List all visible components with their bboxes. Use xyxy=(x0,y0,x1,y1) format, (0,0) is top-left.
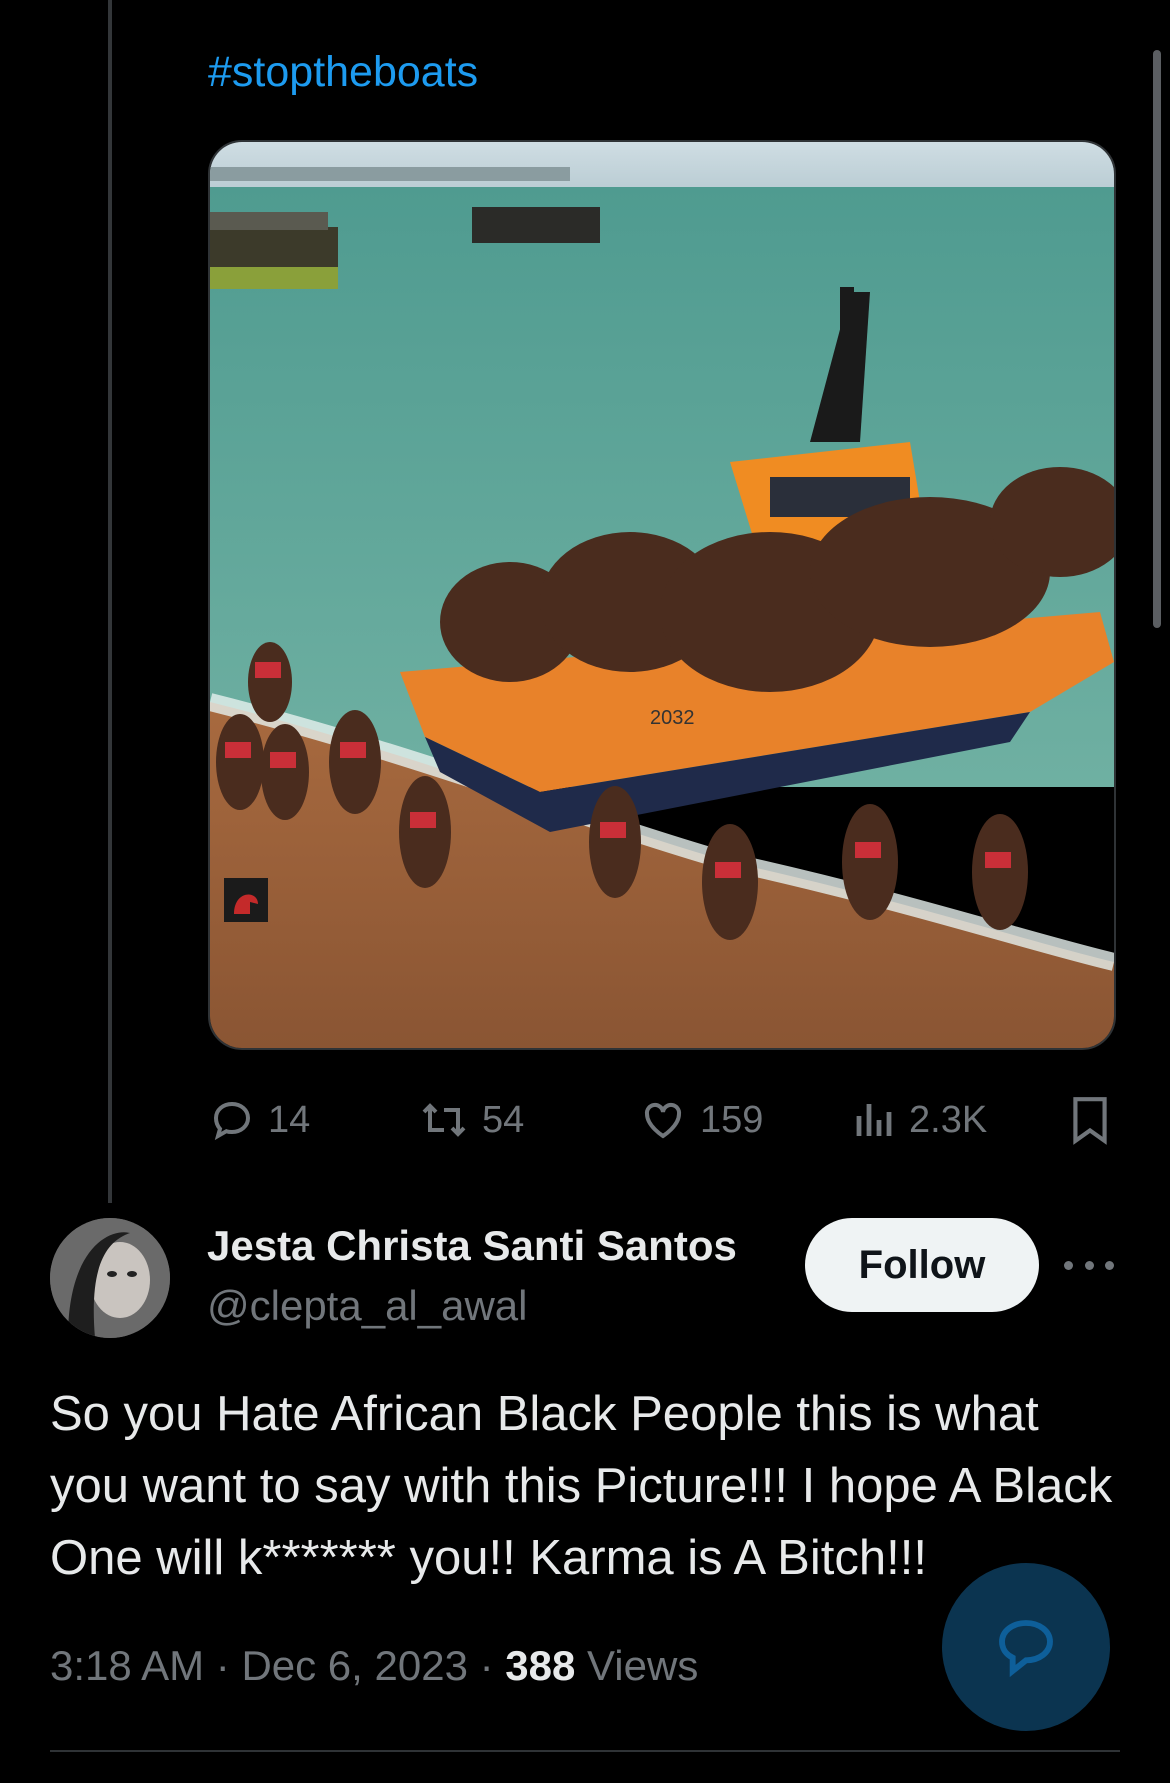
post-action-bar: 14 54 159 2.3K xyxy=(208,1090,1120,1150)
repost-icon xyxy=(422,1103,466,1137)
reply-text: So you Hate African Black People this is… xyxy=(50,1387,1113,1585)
like-button[interactable]: 159 xyxy=(638,1090,763,1150)
reply-views-label: Views xyxy=(587,1642,699,1689)
avatar[interactable] xyxy=(50,1218,170,1338)
reply-time[interactable]: 3:18 AM xyxy=(50,1642,204,1689)
repost-count: 54 xyxy=(482,1098,525,1141)
like-count: 159 xyxy=(700,1098,764,1141)
reply-button[interactable]: 14 xyxy=(208,1090,310,1150)
more-icon xyxy=(1064,1260,1073,1270)
more-icon-dot xyxy=(1084,1260,1094,1270)
divider xyxy=(50,1750,1120,1752)
user-photo xyxy=(50,1218,170,1338)
boat-hull-number: 2032 xyxy=(650,707,695,729)
more-options-button[interactable] xyxy=(1064,1248,1114,1282)
views-count: 2.3K xyxy=(909,1098,988,1141)
hashtag-link[interactable]: #stoptheboats xyxy=(208,48,478,97)
more-icon-dot xyxy=(1105,1260,1114,1270)
reply-icon xyxy=(213,1101,251,1141)
thread-connector-line xyxy=(108,0,112,1203)
meta-separator: · xyxy=(215,1642,230,1689)
post-media-image[interactable]: 2032 xyxy=(208,140,1116,1050)
like-icon xyxy=(644,1102,682,1139)
compose-reply-icon xyxy=(999,1620,1053,1678)
reply-author-name[interactable]: Jesta Christa Santi Santos xyxy=(207,1222,737,1270)
reply-meta: 3:18 AM · Dec 6, 2023 · 388 Views xyxy=(50,1642,698,1690)
bookmark-icon xyxy=(1073,1097,1107,1145)
reply-views-count: 388 xyxy=(505,1642,576,1689)
views-button[interactable]: 2.3K xyxy=(853,1090,987,1150)
reply-date[interactable]: Dec 6, 2023 xyxy=(241,1642,468,1689)
reply-author-handle[interactable]: @clepta_al_awal xyxy=(207,1282,528,1330)
follow-button[interactable]: Follow xyxy=(805,1218,1039,1312)
scrollbar[interactable] xyxy=(1153,50,1161,628)
compose-reply-button[interactable] xyxy=(942,1563,1110,1731)
meta-separator: · xyxy=(479,1642,494,1689)
views-icon xyxy=(856,1104,892,1136)
bookmark-button[interactable] xyxy=(1068,1090,1124,1150)
reply-count: 14 xyxy=(268,1098,311,1141)
repost-button[interactable]: 54 xyxy=(418,1090,524,1150)
